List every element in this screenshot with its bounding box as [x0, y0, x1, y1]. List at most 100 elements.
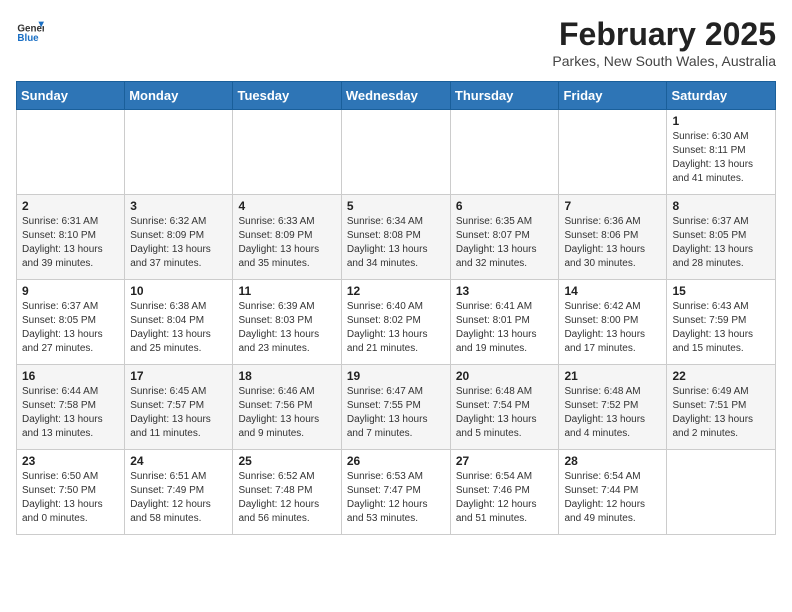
week-row-2: 2Sunrise: 6:31 AM Sunset: 8:10 PM Daylig… — [17, 195, 776, 280]
day-number: 22 — [672, 369, 770, 383]
weekday-friday: Friday — [559, 82, 667, 110]
day-info: Sunrise: 6:44 AM Sunset: 7:58 PM Dayligh… — [22, 385, 119, 441]
day-info: Sunrise: 6:42 AM Sunset: 8:00 PM Dayligh… — [564, 300, 661, 356]
day-number: 3 — [130, 199, 227, 213]
day-info: Sunrise: 6:35 AM Sunset: 8:07 PM Dayligh… — [456, 215, 554, 271]
calendar-subtitle: Parkes, New South Wales, Australia — [552, 53, 776, 69]
calendar-day: 26Sunrise: 6:53 AM Sunset: 7:47 PM Dayli… — [341, 450, 450, 535]
calendar-day: 14 Sunrise: 6:42 AM Sunset: 8:00 PM Dayli… — [559, 280, 667, 365]
calendar-title: February 2025 — [552, 16, 776, 53]
day-number: 25 — [238, 454, 335, 468]
calendar-day: 6 Sunrise: 6:35 AM Sunset: 8:07 PM Daylig… — [450, 195, 559, 280]
day-number: 19 — [347, 369, 445, 383]
day-number: 6 — [456, 199, 554, 213]
day-number: 10 — [130, 284, 227, 298]
day-number: 14 — [564, 284, 661, 298]
calendar-day: 16 Sunrise: 6:44 AM Sunset: 7:58 PM Dayli… — [17, 365, 125, 450]
calendar-day: 23 Sunrise: 6:50 AM Sunset: 7:50 PM Dayli… — [17, 450, 125, 535]
day-info: Sunrise: 6:51 AM Sunset: 7:49 PM Dayligh… — [130, 470, 227, 526]
calendar-day: 25 Sunrise: 6:52 AM Sunset: 7:48 PM Dayli… — [233, 450, 341, 535]
calendar-day: 12Sunrise: 6:40 AM Sunset: 8:02 PM Dayli… — [341, 280, 450, 365]
day-number: 9 — [22, 284, 119, 298]
day-info: Sunrise: 6:43 AM Sunset: 7:59 PM Dayligh… — [672, 300, 770, 356]
day-number: 27 — [456, 454, 554, 468]
week-row-1: 1 Sunrise: 6:30 AM Sunset: 8:11 PM Daylig… — [17, 110, 776, 195]
logo: General Blue — [16, 16, 44, 44]
day-info: Sunrise: 6:52 AM Sunset: 7:48 PM Dayligh… — [238, 470, 335, 526]
day-number: 15 — [672, 284, 770, 298]
day-info: Sunrise: 6:54 AM Sunset: 7:44 PM Dayligh… — [564, 470, 661, 526]
calendar-day — [125, 110, 233, 195]
weekday-tuesday: Tuesday — [233, 82, 341, 110]
day-info: Sunrise: 6:36 AM Sunset: 8:06 PM Dayligh… — [564, 215, 661, 271]
weekday-monday: Monday — [125, 82, 233, 110]
day-info: Sunrise: 6:45 AM Sunset: 7:57 PM Dayligh… — [130, 385, 227, 441]
day-number: 4 — [238, 199, 335, 213]
day-number: 18 — [238, 369, 335, 383]
calendar-day: 4Sunrise: 6:33 AM Sunset: 8:09 PM Daylig… — [233, 195, 341, 280]
calendar-day: 21 Sunrise: 6:48 AM Sunset: 7:52 PM Dayli… — [559, 365, 667, 450]
calendar-day: 15 Sunrise: 6:43 AM Sunset: 7:59 PM Dayli… — [667, 280, 776, 365]
calendar-day: 3 Sunrise: 6:32 AM Sunset: 8:09 PM Daylig… — [125, 195, 233, 280]
day-info: Sunrise: 6:32 AM Sunset: 8:09 PM Dayligh… — [130, 215, 227, 271]
calendar-day: 11 Sunrise: 6:39 AM Sunset: 8:03 PM Dayli… — [233, 280, 341, 365]
calendar-day: 13 Sunrise: 6:41 AM Sunset: 8:01 PM Dayli… — [450, 280, 559, 365]
day-number: 20 — [456, 369, 554, 383]
calendar-day: 22 Sunrise: 6:49 AM Sunset: 7:51 PM Dayli… — [667, 365, 776, 450]
day-info: Sunrise: 6:50 AM Sunset: 7:50 PM Dayligh… — [22, 470, 119, 526]
day-number: 12 — [347, 284, 445, 298]
calendar-day — [17, 110, 125, 195]
weekday-wednesday: Wednesday — [341, 82, 450, 110]
weekday-sunday: Sunday — [17, 82, 125, 110]
day-info: Sunrise: 6:37 AM Sunset: 8:05 PM Dayligh… — [672, 215, 770, 271]
calendar-day: 10Sunrise: 6:38 AM Sunset: 8:04 PM Dayli… — [125, 280, 233, 365]
calendar-day: 20 Sunrise: 6:48 AM Sunset: 7:54 PM Dayli… — [450, 365, 559, 450]
day-info: Sunrise: 6:34 AM Sunset: 8:08 PM Dayligh… — [347, 215, 445, 271]
page-header: General Blue February 2025 Parkes, New S… — [16, 16, 776, 69]
calendar-day: 24 Sunrise: 6:51 AM Sunset: 7:49 PM Dayli… — [125, 450, 233, 535]
day-info: Sunrise: 6:39 AM Sunset: 8:03 PM Dayligh… — [238, 300, 335, 356]
day-number: 21 — [564, 369, 661, 383]
day-number: 1 — [672, 114, 770, 128]
day-info: Sunrise: 6:47 AM Sunset: 7:55 PM Dayligh… — [347, 385, 445, 441]
calendar-day: 1 Sunrise: 6:30 AM Sunset: 8:11 PM Daylig… — [667, 110, 776, 195]
day-number: 24 — [130, 454, 227, 468]
calendar-day — [559, 110, 667, 195]
calendar-day: 8Sunrise: 6:37 AM Sunset: 8:05 PM Daylig… — [667, 195, 776, 280]
logo-icon: General Blue — [16, 16, 44, 44]
day-info: Sunrise: 6:49 AM Sunset: 7:51 PM Dayligh… — [672, 385, 770, 441]
day-number: 11 — [238, 284, 335, 298]
day-number: 17 — [130, 369, 227, 383]
calendar-day: 27 Sunrise: 6:54 AM Sunset: 7:46 PM Dayli… — [450, 450, 559, 535]
day-number: 7 — [564, 199, 661, 213]
day-info: Sunrise: 6:46 AM Sunset: 7:56 PM Dayligh… — [238, 385, 335, 441]
calendar-table: SundayMondayTuesdayWednesdayThursdayFrid… — [16, 81, 776, 535]
calendar-day: 19 Sunrise: 6:47 AM Sunset: 7:55 PM Dayli… — [341, 365, 450, 450]
calendar-day — [667, 450, 776, 535]
calendar-day — [450, 110, 559, 195]
week-row-5: 23 Sunrise: 6:50 AM Sunset: 7:50 PM Dayli… — [17, 450, 776, 535]
calendar-day: 28 Sunrise: 6:54 AM Sunset: 7:44 PM Dayli… — [559, 450, 667, 535]
calendar-day: 9Sunrise: 6:37 AM Sunset: 8:05 PM Daylig… — [17, 280, 125, 365]
day-number: 2 — [22, 199, 119, 213]
day-info: Sunrise: 6:48 AM Sunset: 7:52 PM Dayligh… — [564, 385, 661, 441]
day-info: Sunrise: 6:54 AM Sunset: 7:46 PM Dayligh… — [456, 470, 554, 526]
weekday-header-row: SundayMondayTuesdayWednesdayThursdayFrid… — [17, 82, 776, 110]
calendar-day: 7 Sunrise: 6:36 AM Sunset: 8:06 PM Daylig… — [559, 195, 667, 280]
day-number: 26 — [347, 454, 445, 468]
day-number: 13 — [456, 284, 554, 298]
day-info: Sunrise: 6:48 AM Sunset: 7:54 PM Dayligh… — [456, 385, 554, 441]
day-number: 16 — [22, 369, 119, 383]
day-info: Sunrise: 6:30 AM Sunset: 8:11 PM Dayligh… — [672, 130, 770, 186]
day-number: 5 — [347, 199, 445, 213]
day-info: Sunrise: 6:41 AM Sunset: 8:01 PM Dayligh… — [456, 300, 554, 356]
calendar-day: 17 Sunrise: 6:45 AM Sunset: 7:57 PM Dayli… — [125, 365, 233, 450]
day-number: 28 — [564, 454, 661, 468]
calendar-day: 2Sunrise: 6:31 AM Sunset: 8:10 PM Daylig… — [17, 195, 125, 280]
title-block: February 2025 Parkes, New South Wales, A… — [552, 16, 776, 69]
calendar-day — [341, 110, 450, 195]
week-row-3: 9Sunrise: 6:37 AM Sunset: 8:05 PM Daylig… — [17, 280, 776, 365]
calendar-day — [233, 110, 341, 195]
calendar-day: 18 Sunrise: 6:46 AM Sunset: 7:56 PM Dayli… — [233, 365, 341, 450]
day-number: 23 — [22, 454, 119, 468]
